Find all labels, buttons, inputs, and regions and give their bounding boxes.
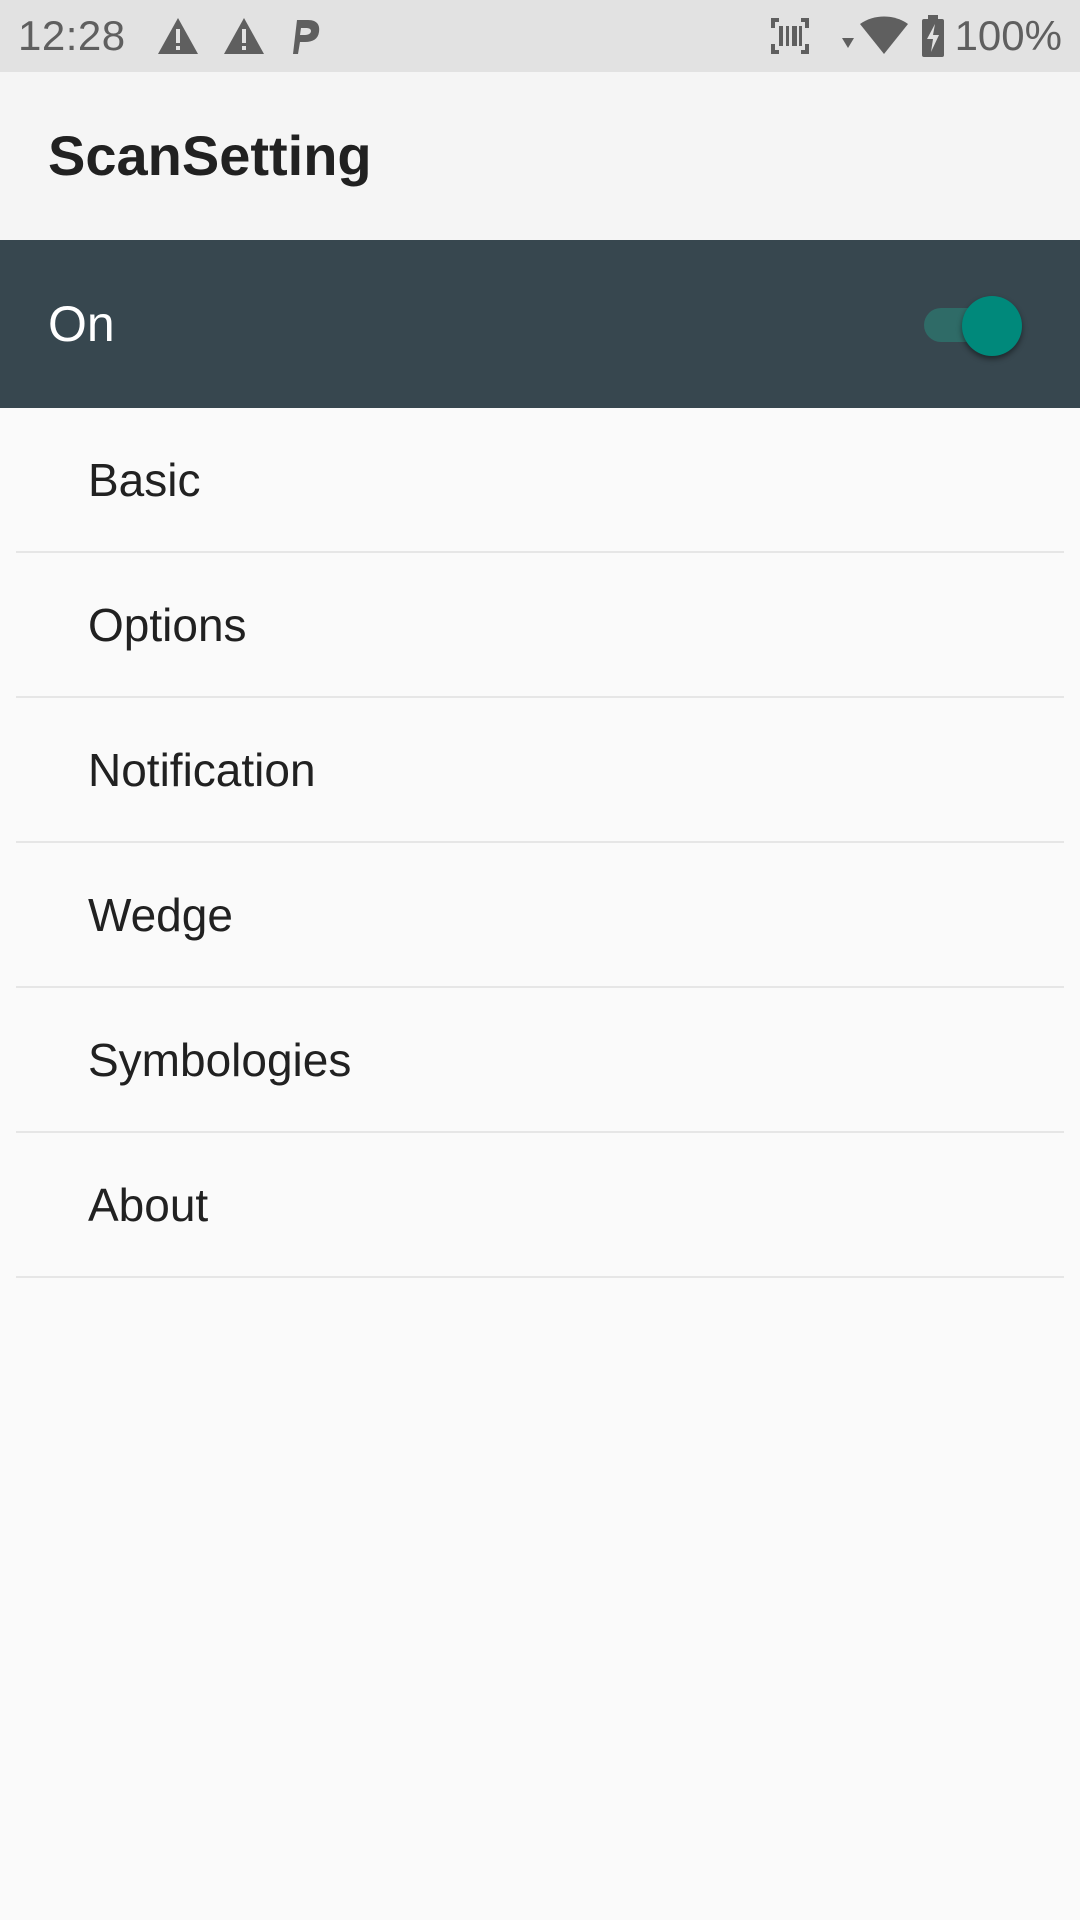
barcode-scanner-icon xyxy=(769,16,811,56)
menu-item-symbologies[interactable]: Symbologies xyxy=(0,988,1080,1133)
master-switch-bar[interactable]: On xyxy=(0,240,1080,408)
notification-icons xyxy=(156,14,322,58)
menu-item-options[interactable]: Options xyxy=(0,553,1080,698)
app-title: ScanSetting xyxy=(48,124,372,187)
app-bar: ScanSetting xyxy=(0,72,1080,240)
menu-item-label: Symbologies xyxy=(88,1034,352,1086)
warning-icon xyxy=(222,16,266,56)
menu-item-label: Options xyxy=(88,599,247,651)
system-icons: 100% xyxy=(769,12,1062,60)
divider xyxy=(16,1276,1064,1278)
menu-item-label: Wedge xyxy=(88,889,233,941)
settings-menu-list: Basic Options Notification Wedge Symbolo… xyxy=(0,408,1080,1278)
menu-item-basic[interactable]: Basic xyxy=(0,408,1080,553)
battery-percent: 100% xyxy=(954,12,1062,59)
master-switch-toggle[interactable] xyxy=(924,296,1022,356)
menu-item-label: Notification xyxy=(88,744,316,796)
menu-item-notification[interactable]: Notification xyxy=(0,698,1080,843)
battery-charging-icon xyxy=(921,15,945,57)
data-arrow-icon xyxy=(841,16,855,56)
switch-thumb xyxy=(962,296,1022,356)
master-switch-label: On xyxy=(48,296,115,352)
menu-item-wedge[interactable]: Wedge xyxy=(0,843,1080,988)
menu-item-about[interactable]: About xyxy=(0,1133,1080,1278)
status-bar: 12:28 100% xyxy=(0,0,1080,72)
parking-icon xyxy=(288,16,322,56)
warning-icon xyxy=(156,16,200,56)
menu-item-label: Basic xyxy=(88,454,201,506)
wifi-icon xyxy=(859,16,909,56)
menu-item-label: About xyxy=(88,1179,209,1231)
status-time: 12:28 xyxy=(18,12,126,59)
